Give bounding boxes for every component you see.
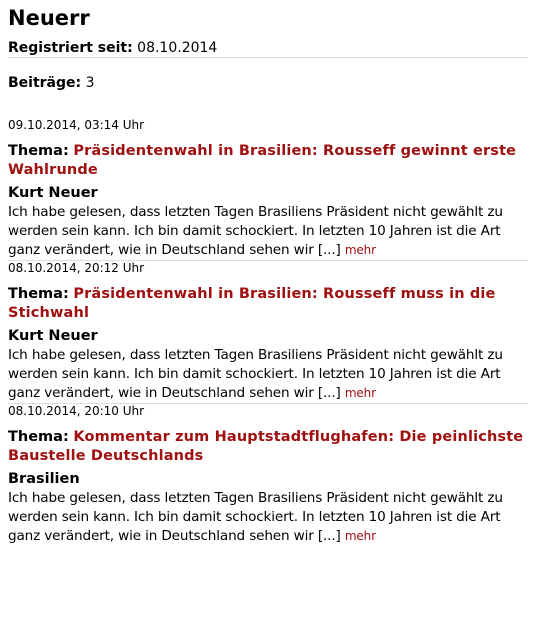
post-author: Kurt Neuer (8, 328, 98, 344)
divider (8, 57, 528, 58)
more-link[interactable]: mehr (345, 386, 376, 400)
post-topic: Thema: Präsidentenwahl in Brasilien: Rou… (8, 142, 528, 180)
post-excerpt: Ich habe gelesen, dass letzten Tagen Bra… (8, 489, 528, 546)
topic-link[interactable]: Kommentar zum Hauptstadtflughafen: Die p… (8, 429, 523, 464)
topic-label: Thema: (8, 143, 69, 159)
post-excerpt: Ich habe gelesen, dass letzten Tagen Bra… (8, 203, 528, 260)
post-author: Brasilien (8, 471, 80, 487)
page-title: Neuerr (8, 6, 90, 30)
post-date: 08.10.2014, 20:12 Uhr (8, 261, 145, 275)
post-excerpt: Ich habe gelesen, dass letzten Tagen Bra… (8, 346, 528, 403)
excerpt-text: Ich habe gelesen, dass letzten Tagen Bra… (8, 347, 503, 401)
user-profile: Neuerr Registriert seit: 08.10.2014 Beit… (0, 0, 539, 546)
posts-label: Beiträge: (8, 75, 82, 91)
registered-label: Registriert seit: (8, 40, 133, 56)
excerpt-text: Ich habe gelesen, dass letzten Tagen Bra… (8, 490, 503, 544)
posts-count-value: 3 (85, 75, 95, 91)
post-topic: Thema: Kommentar zum Hauptstadtflughafen… (8, 428, 528, 466)
excerpt-text: Ich habe gelesen, dass letzten Tagen Bra… (8, 204, 503, 258)
topic-label: Thema: (8, 429, 69, 445)
post-author: Kurt Neuer (8, 185, 98, 201)
topic-link[interactable]: Präsidentenwahl in Brasilien: Rousseff m… (8, 286, 496, 321)
post-count: Beiträge: 3 (8, 74, 528, 92)
post-date: 08.10.2014, 20:10 Uhr (8, 404, 145, 418)
more-link[interactable]: mehr (345, 243, 376, 257)
post-date: 09.10.2014, 03:14 Uhr (8, 118, 145, 132)
registered-date: 08.10.2014 (137, 40, 218, 56)
list-item: 08.10.2014, 20:10 Uhr Thema: Kommentar z… (8, 404, 528, 546)
list-item: 09.10.2014, 03:14 Uhr Thema: Präsidenten… (8, 118, 528, 260)
post-topic: Thema: Präsidentenwahl in Brasilien: Rou… (8, 285, 528, 323)
more-link[interactable]: mehr (345, 529, 376, 543)
topic-label: Thema: (8, 286, 69, 302)
topic-link[interactable]: Präsidentenwahl in Brasilien: Rousseff g… (8, 143, 516, 178)
list-item: 08.10.2014, 20:12 Uhr Thema: Präsidenten… (8, 261, 528, 403)
registration-info: Registriert seit: 08.10.2014 (8, 39, 528, 57)
